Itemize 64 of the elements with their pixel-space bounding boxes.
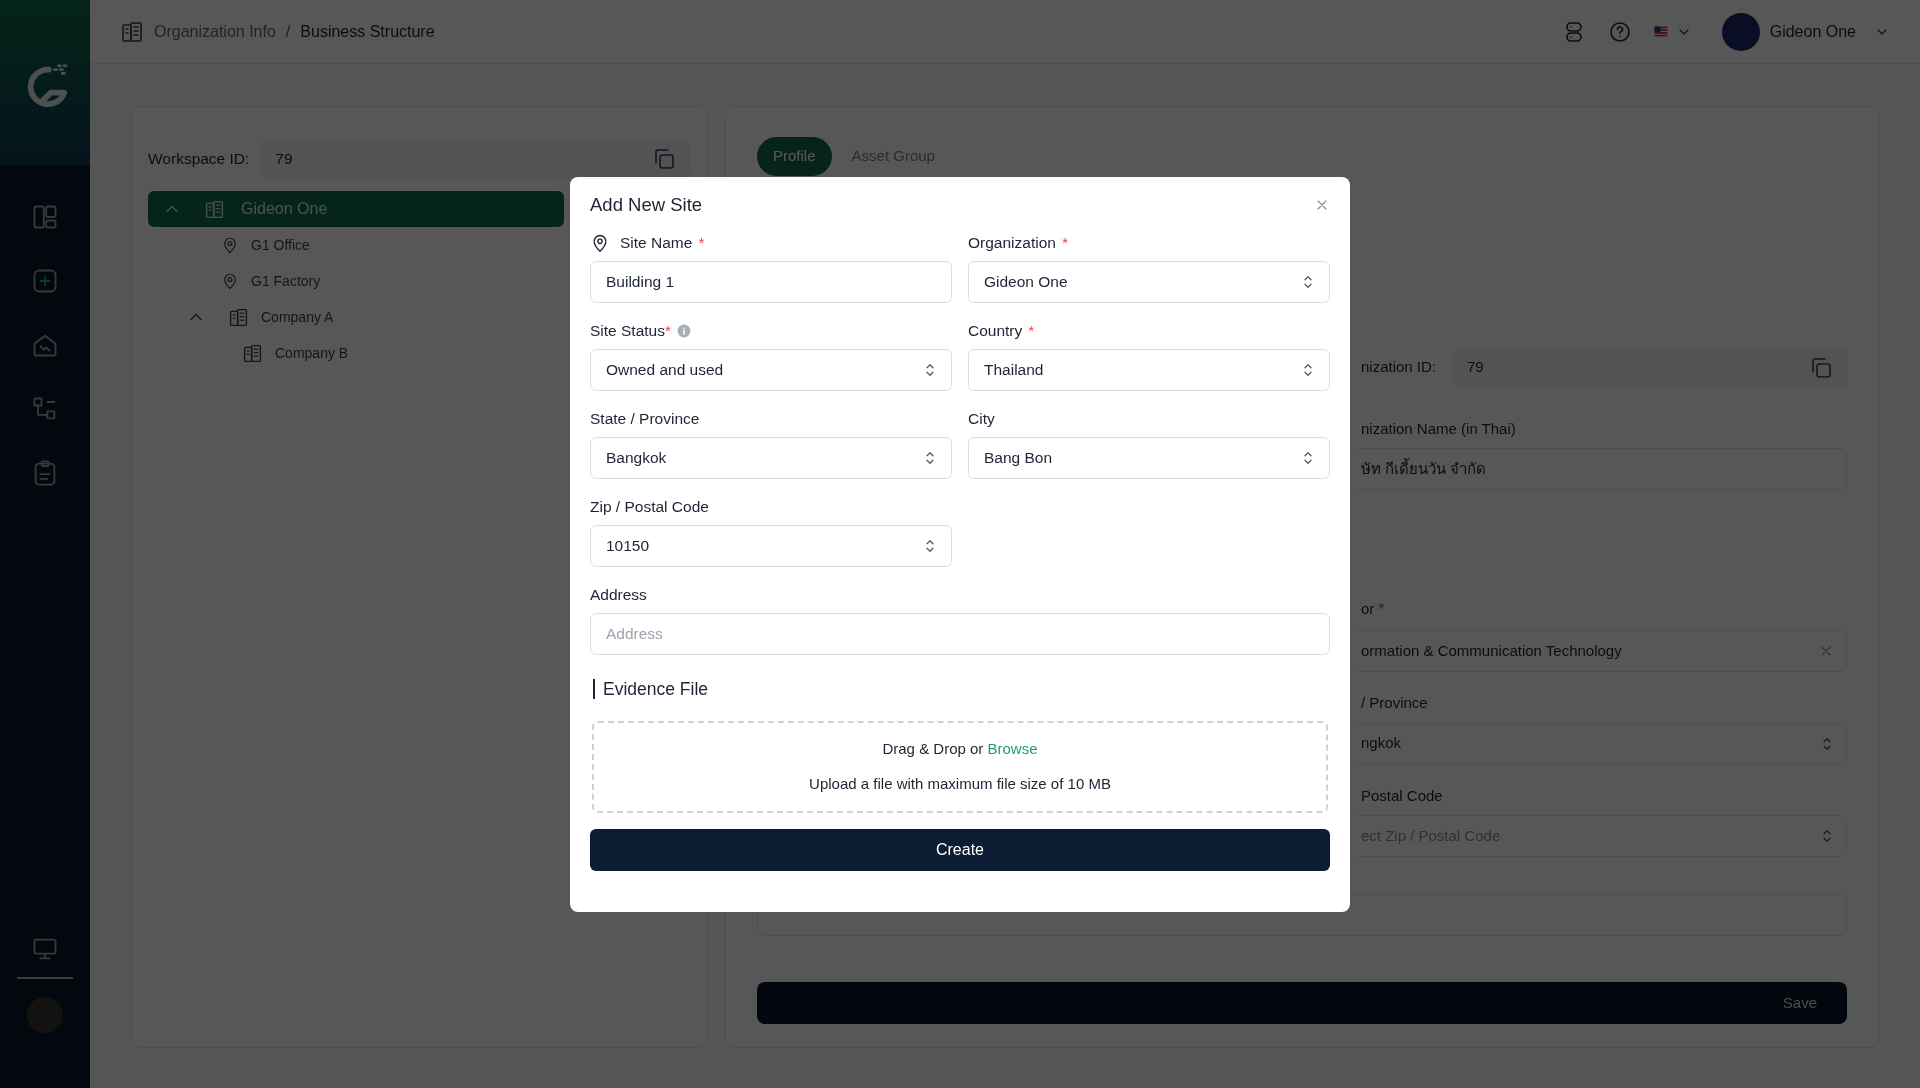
field-label: Address [590,585,647,606]
user-menu[interactable]: Gideon One [1721,12,1890,51]
dashboard-icon[interactable] [31,203,59,231]
required-mark: * [1378,600,1385,620]
copy-icon[interactable] [652,147,676,171]
required-mark: * [1061,233,1068,254]
text-field[interactable]: ษัท กีเดี้ยนวัน จำกัด [1356,448,1847,490]
select-field[interactable]: Bang Bon [968,436,1330,479]
field-label: Organization [968,233,1056,254]
field-label: Postal Code [1360,785,1443,806]
select-field[interactable]: 10150 [590,524,952,567]
building-icon [204,198,225,220]
required-mark: * [698,233,705,254]
field-label: Zip / Postal Code [590,497,709,518]
building-icon [228,306,249,328]
tree-item[interactable]: G1 Office [148,227,564,263]
select-field[interactable]: Gideon One [968,260,1330,303]
select-field[interactable]: Thailand [968,348,1330,391]
select-field[interactable]: Bangkok [590,436,952,479]
organization-id-label: nization ID: [1360,357,1438,378]
upload-hint: Upload a file with maximum file size of 10 MB [809,773,1111,794]
required-mark: * [1028,321,1035,342]
create-button[interactable]: Create [590,828,1330,871]
dialog-title: Add New Site [590,193,703,217]
field-label: Site Name [620,233,693,254]
select-field[interactable]: Owned and used [590,348,952,391]
section-title: Evidence File [593,678,1330,699]
tree-item[interactable]: Company B [148,335,564,371]
field-label: or [1360,599,1375,619]
browse-link[interactable]: Browse [987,740,1038,758]
breadcrumb-separator: / [285,21,291,42]
location-pin-icon [221,236,239,254]
avatar-icon [1721,12,1760,51]
building-icon [120,19,144,44]
workspace-id-value: 79 [275,149,294,170]
select-field[interactable]: ngkok [1356,722,1847,765]
tree-item[interactable]: Company A [148,299,564,335]
breadcrumb-item: Business Structure [300,21,435,42]
flag-icon [1651,25,1670,38]
field-label: Country [968,321,1023,342]
text-field[interactable]: Address [590,612,1330,655]
organization-id-value: 79 [1467,357,1485,378]
workspace-id-label: Workspace ID: [148,149,250,170]
help-icon[interactable] [1607,19,1632,44]
tree-item[interactable]: Gideon One [148,191,564,227]
field-label: nization Name (in Thai) [1360,418,1516,439]
field-label: State / Province [590,409,700,430]
text-field[interactable]: ormation & Communication Technology [1356,630,1847,672]
field-label: Site Status [590,321,665,342]
user-name: Gideon One [1769,21,1856,42]
building-icon [242,342,263,364]
required-mark: * [664,321,671,342]
text-field[interactable]: Building 1 [590,260,952,303]
info-icon[interactable] [677,323,691,338]
copy-icon[interactable] [1809,355,1833,380]
tab[interactable]: Profile [757,137,832,176]
add-square-icon[interactable] [31,267,59,295]
drop-instructions: Drag & Drop or Browse [882,739,1038,760]
location-pin-icon [221,272,239,290]
file-drop-zone[interactable]: Drag & Drop or Browse Upload a file with maximum file size of 10 MB [592,720,1328,813]
tree-item[interactable]: G1 Factory [148,263,564,299]
save-button[interactable]: Save [757,982,1847,1024]
field-label: / Province [1360,693,1428,713]
field-label: City [968,409,995,430]
